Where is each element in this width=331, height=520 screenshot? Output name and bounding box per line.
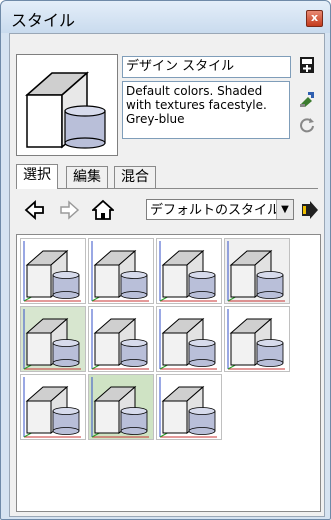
style-preview-thumbnail <box>16 54 118 156</box>
collection-select-value: デフォルトのスタイル <box>150 203 281 218</box>
tab-mix[interactable]: 混合 <box>114 166 156 188</box>
forward-arrow-icon[interactable] <box>58 199 80 221</box>
style-thumbnail[interactable] <box>20 238 86 304</box>
style-thumbnail[interactable] <box>224 306 290 372</box>
styles-panel: デザイン スタイル Default colors. Shaded with te… <box>9 33 325 517</box>
collection-nav: デフォルトのスタイル ▼ <box>16 197 318 221</box>
window-title: スタイル <box>11 11 76 30</box>
style-thumbnail[interactable] <box>20 374 86 440</box>
details-arrow-icon[interactable] <box>298 199 320 221</box>
style-thumbnail[interactable] <box>88 306 154 372</box>
style-thumbnail-grid <box>16 234 321 512</box>
styles-window: スタイル x デザイン スタイル Default colors. Shaded … <box>0 0 331 520</box>
style-description-field[interactable]: Default colors. Shaded with textures fac… <box>122 81 290 139</box>
style-thumbnail[interactable] <box>20 306 86 372</box>
style-name-field[interactable]: デザイン スタイル <box>122 56 291 78</box>
collection-select[interactable]: デフォルトのスタイル ▼ <box>146 199 294 220</box>
home-icon[interactable] <box>92 199 114 221</box>
title-bar[interactable]: スタイル x <box>1 1 330 33</box>
style-thumbnail[interactable] <box>156 374 222 440</box>
tab-edit[interactable]: 編集 <box>66 166 108 188</box>
style-thumbnail[interactable] <box>88 374 154 440</box>
update-style-icon[interactable] <box>298 90 316 108</box>
preview-model-image <box>17 55 117 155</box>
tab-select[interactable]: 選択 <box>16 164 58 189</box>
back-arrow-icon[interactable] <box>24 199 46 221</box>
style-thumbnail[interactable] <box>156 238 222 304</box>
create-style-icon[interactable] <box>298 56 316 74</box>
style-thumbnail[interactable] <box>88 238 154 304</box>
style-thumbnail[interactable] <box>224 238 290 304</box>
refresh-icon[interactable] <box>298 116 316 134</box>
chevron-down-icon[interactable]: ▼ <box>276 200 293 219</box>
close-button[interactable]: x <box>306 10 323 27</box>
tab-strip: 選択 編集 混合 <box>16 164 318 189</box>
style-thumbnail[interactable] <box>156 306 222 372</box>
